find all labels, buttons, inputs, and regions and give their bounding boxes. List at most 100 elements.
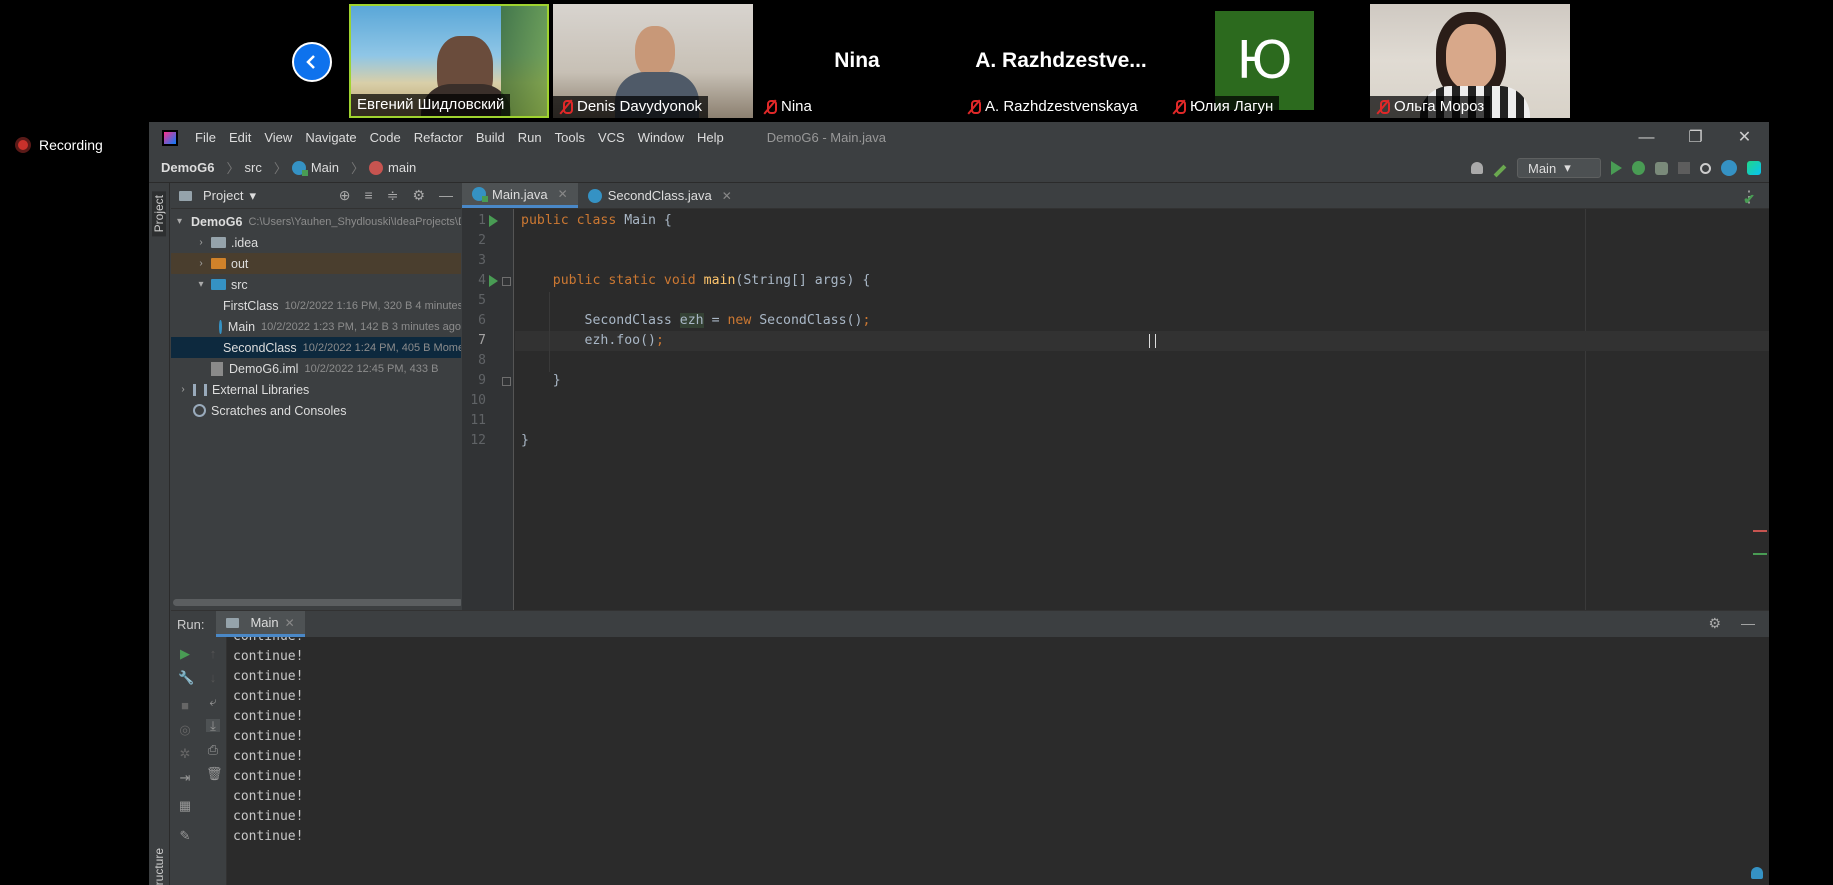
- build-hammer-icon[interactable]: [1493, 164, 1507, 178]
- tree-item--idea[interactable]: › .idea: [171, 232, 461, 253]
- participant-tile[interactable]: Ольга Мороз: [1370, 4, 1570, 118]
- stop-icon[interactable]: ■: [178, 699, 192, 712]
- code-line[interactable]: }: [515, 371, 1769, 391]
- menu-navigate[interactable]: Navigate: [305, 130, 356, 145]
- project-view-label[interactable]: Project: [203, 188, 243, 203]
- tab-main-java[interactable]: Main.java ✕: [462, 183, 578, 208]
- chevron-right-icon[interactable]: ›: [195, 237, 207, 248]
- chevron-down-icon[interactable]: ▾: [177, 216, 182, 227]
- gear-icon[interactable]: ⚙: [1708, 615, 1721, 632]
- coverage-icon[interactable]: [1655, 161, 1668, 175]
- code-line[interactable]: [515, 351, 1769, 371]
- hide-icon[interactable]: —: [439, 187, 453, 204]
- menu-tools[interactable]: Tools: [555, 130, 585, 145]
- tree-item-demog6-iml[interactable]: DemoG6.iml 10/2/2022 12:45 PM, 433 B: [171, 358, 461, 379]
- code-line[interactable]: }: [515, 431, 1769, 451]
- editor-gutter[interactable]: 1 2 3 4 5 6 7 8 9 10 11 12: [462, 209, 514, 610]
- chevron-down-icon[interactable]: ▾: [249, 188, 256, 204]
- code-line[interactable]: [515, 391, 1769, 411]
- exit-icon[interactable]: ⇥: [178, 771, 192, 784]
- tree-item-demog6[interactable]: ▾ DemoG6 C:\Users\Yauhen_Shydlouski\IdeaPr…: [171, 211, 461, 232]
- layout-icon[interactable]: ▦: [178, 799, 192, 812]
- code-line[interactable]: public class Main {: [515, 211, 1769, 231]
- tree-item-scratches-and-consoles[interactable]: Scratches and Consoles: [171, 400, 461, 421]
- tree-item-secondclass[interactable]: SecondClass 10/2/2022 1:24 PM, 405 B Mome…: [171, 337, 461, 358]
- code-line[interactable]: [515, 231, 1769, 251]
- update-icon[interactable]: [1721, 160, 1737, 176]
- structure-tool-button[interactable]: Structure: [152, 848, 166, 885]
- arrow-down-icon[interactable]: ↓: [206, 671, 220, 684]
- code-line[interactable]: SecondClass ezh = new SecondClass();: [515, 311, 1769, 331]
- debug-bug-icon[interactable]: [1632, 161, 1645, 175]
- minimize-button[interactable]: —: [1622, 122, 1671, 153]
- chevron-down-icon[interactable]: ▾: [195, 279, 207, 290]
- tree-item-out[interactable]: › out: [171, 253, 461, 274]
- menu-edit[interactable]: Edit: [229, 130, 251, 145]
- breadcrumb-src[interactable]: 〉 src: [226, 158, 261, 177]
- notification-icon[interactable]: [1751, 867, 1763, 879]
- locate-icon[interactable]: ⊕: [339, 187, 351, 204]
- participant-tile[interactable]: Nina Nina: [757, 4, 957, 118]
- soft-wrap-icon[interactable]: ⤶: [206, 695, 220, 708]
- close-icon[interactable]: ✕: [722, 189, 732, 203]
- menu-vcs[interactable]: VCS: [598, 130, 625, 145]
- run-class-icon[interactable]: [489, 215, 498, 227]
- code-area[interactable]: public class Main { public static void m…: [515, 209, 1769, 610]
- tree-item-src[interactable]: ▾ src: [171, 274, 461, 295]
- wrench-icon[interactable]: 🔧: [178, 671, 194, 684]
- tree-item-main[interactable]: Main 10/2/2022 1:23 PM, 142 B 3 minutes a…: [171, 316, 461, 337]
- participant-tile[interactable]: A. Razhdzestve... A. Razhdzestvenskaya: [961, 4, 1161, 118]
- menu-window[interactable]: Window: [638, 130, 684, 145]
- console-output[interactable]: continue! continue! continue! continue! cont…: [233, 637, 1753, 885]
- scroll-to-end-icon[interactable]: ⤓: [206, 719, 220, 732]
- breadcrumb-class[interactable]: 〉 Main: [274, 158, 339, 177]
- stop-icon[interactable]: [1678, 162, 1690, 174]
- menu-build[interactable]: Build: [476, 130, 505, 145]
- menu-refactor[interactable]: Refactor: [414, 130, 463, 145]
- close-icon[interactable]: ✕: [285, 616, 295, 630]
- tab-secondclass-java[interactable]: SecondClass.java ✕: [578, 183, 742, 208]
- run-play-icon[interactable]: [1611, 161, 1622, 175]
- arrow-up-icon[interactable]: ↑: [206, 647, 220, 660]
- fold-marker-icon[interactable]: [502, 277, 511, 286]
- menu-code[interactable]: Code: [370, 130, 401, 145]
- code-line[interactable]: [515, 251, 1769, 271]
- debug-off-icon[interactable]: ✲: [178, 747, 192, 760]
- chevron-right-icon[interactable]: ›: [195, 258, 207, 269]
- collapse-all-icon[interactable]: ≑: [387, 187, 399, 204]
- inspection-ok-icon[interactable]: ✔: [1743, 191, 1755, 208]
- scrollbar-thumb[interactable]: [173, 599, 461, 606]
- menu-view[interactable]: View: [264, 130, 292, 145]
- user-icon[interactable]: [1471, 162, 1483, 174]
- run-method-icon[interactable]: [489, 275, 498, 287]
- fold-marker-icon[interactable]: [502, 377, 511, 386]
- expand-all-icon[interactable]: ≡: [365, 187, 373, 204]
- code-line[interactable]: ezh.foo();: [515, 331, 1769, 351]
- run-tab-main[interactable]: Main ✕: [216, 611, 305, 637]
- camera-icon[interactable]: ◎: [178, 723, 192, 736]
- breadcrumb-method[interactable]: 〉 main: [351, 158, 416, 177]
- participant-tile[interactable]: Евгений Шидловский: [349, 4, 549, 118]
- previous-participants-button[interactable]: [292, 42, 332, 82]
- participant-tile[interactable]: Denis Davydyonok: [553, 4, 753, 118]
- chevron-right-icon[interactable]: ›: [177, 384, 189, 395]
- trash-icon[interactable]: 🗑: [206, 767, 223, 780]
- menu-file[interactable]: File: [195, 130, 216, 145]
- pin-icon[interactable]: ✎: [178, 829, 192, 842]
- error-stripe-mark[interactable]: [1753, 530, 1767, 532]
- jetbrains-icon[interactable]: [1747, 161, 1761, 175]
- tree-item-firstclass[interactable]: FirstClass 10/2/2022 1:16 PM, 320 B 4 min…: [171, 295, 461, 316]
- run-configuration-select[interactable]: Main ▾: [1517, 158, 1601, 178]
- menu-run[interactable]: Run: [518, 130, 542, 145]
- hide-icon[interactable]: —: [1741, 615, 1755, 632]
- search-icon[interactable]: [1700, 162, 1711, 174]
- gear-icon[interactable]: ⚙: [412, 187, 425, 204]
- change-stripe-mark[interactable]: [1753, 553, 1767, 555]
- horizontal-scrollbar[interactable]: [171, 599, 461, 607]
- project-tool-button[interactable]: Project: [152, 191, 166, 237]
- code-line[interactable]: [515, 411, 1769, 431]
- code-line[interactable]: public static void main(String[] args) {: [515, 271, 1769, 291]
- participant-tile[interactable]: Ю Юлия Лагун: [1166, 4, 1366, 118]
- tree-item-external-libraries[interactable]: › External Libraries: [171, 379, 461, 400]
- restore-button[interactable]: ❐: [1671, 122, 1720, 153]
